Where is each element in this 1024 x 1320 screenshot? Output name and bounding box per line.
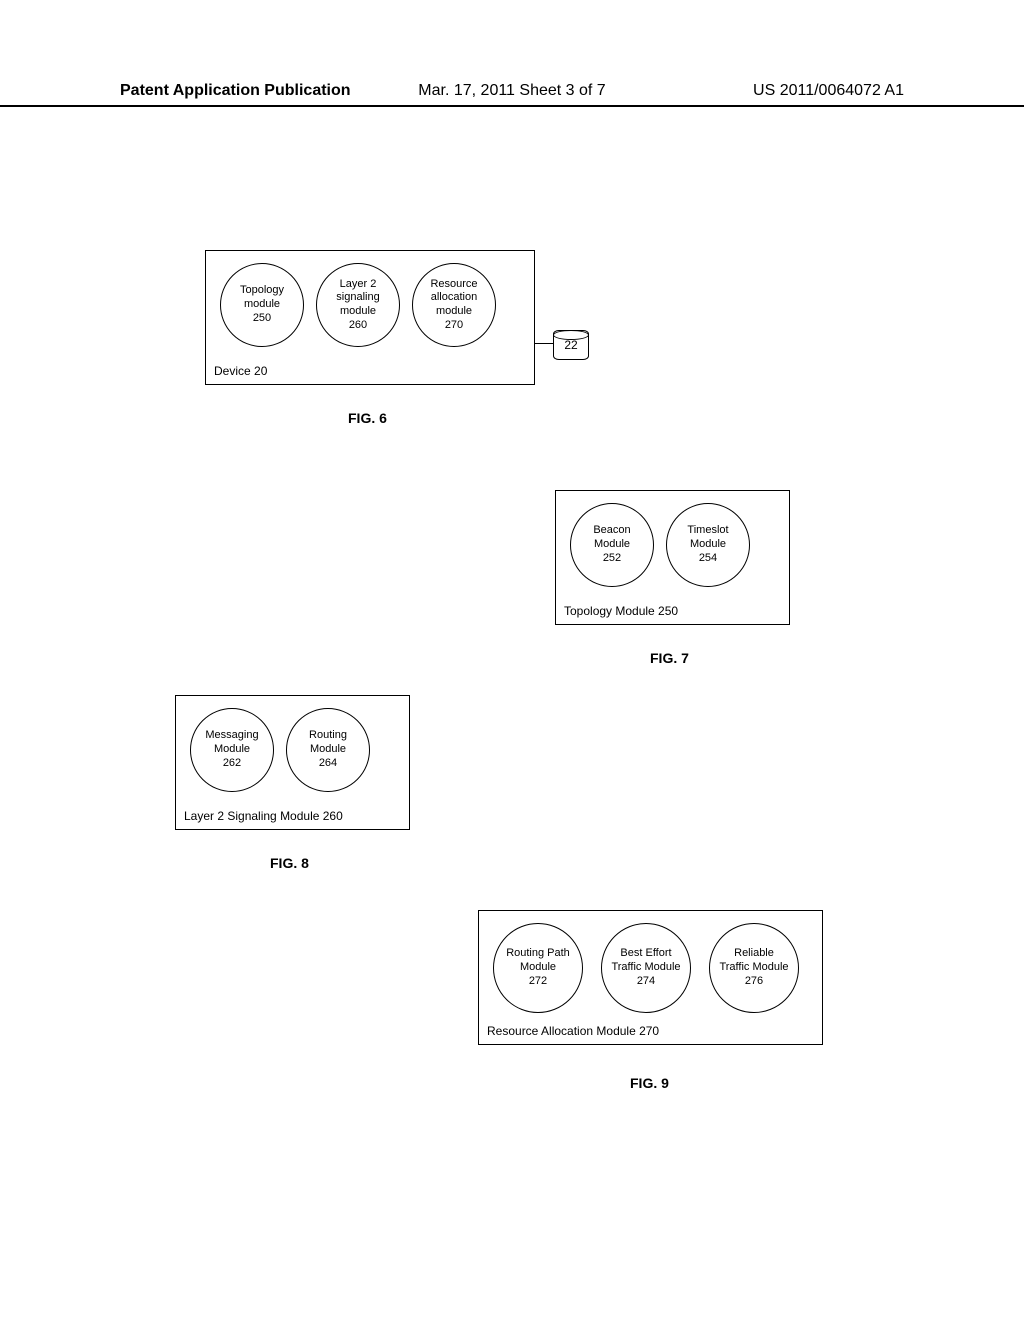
fig6-cylinder-label: 22 (564, 338, 577, 352)
fig6-box-label: Device 20 (214, 364, 267, 378)
fig6-topology-module: Topology module 250 (220, 263, 304, 347)
fig6-circles: Topology module 250 Layer 2 signaling mo… (206, 251, 534, 375)
fig7-topology-box: Beacon Module 252 Timeslot Module 254 To… (555, 490, 790, 625)
fig8-box-label: Layer 2 Signaling Module 260 (184, 809, 343, 823)
fig7-circles: Beacon Module 252 Timeslot Module 254 (556, 491, 789, 615)
fig9-best-effort-module: Best Effort Traffic Module 274 (601, 923, 691, 1013)
fig6-device-box: Topology module 250 Layer 2 signaling mo… (205, 250, 535, 385)
fig6-caption: FIG. 6 (348, 410, 387, 426)
fig6-resource-allocation-module: Resource allocation module 270 (412, 263, 496, 347)
fig8-messaging-module: Messaging Module 262 (190, 708, 274, 792)
fig9-circles: Routing Path Module 272 Best Effort Traf… (479, 911, 822, 1041)
page-header: Patent Application Publication Mar. 17, … (0, 82, 1024, 107)
fig7-caption: FIG. 7 (650, 650, 689, 666)
fig6-cylinder: 22 (553, 330, 589, 360)
fig7-box-label: Topology Module 250 (564, 604, 678, 618)
fig7-beacon-module: Beacon Module 252 (570, 503, 654, 587)
fig6-connector (535, 343, 555, 344)
fig9-resource-box: Routing Path Module 272 Best Effort Traf… (478, 910, 823, 1045)
fig8-caption: FIG. 8 (270, 855, 309, 871)
fig9-reliable-traffic-module: Reliable Traffic Module 276 (709, 923, 799, 1013)
fig6-layer2-signaling-module: Layer 2 signaling module 260 (316, 263, 400, 347)
fig8-routing-module: Routing Module 264 (286, 708, 370, 792)
header-left: Patent Application Publication (120, 82, 381, 100)
header-right: US 2011/0064072 A1 (643, 82, 904, 100)
fig9-caption: FIG. 9 (630, 1075, 669, 1091)
fig8-circles: Messaging Module 262 Routing Module 264 (176, 696, 409, 820)
header-mid: Mar. 17, 2011 Sheet 3 of 7 (381, 82, 642, 100)
fig9-box-label: Resource Allocation Module 270 (487, 1024, 659, 1038)
fig7-timeslot-module: Timeslot Module 254 (666, 503, 750, 587)
fig8-layer2-box: Messaging Module 262 Routing Module 264 … (175, 695, 410, 830)
fig9-routing-path-module: Routing Path Module 272 (493, 923, 583, 1013)
